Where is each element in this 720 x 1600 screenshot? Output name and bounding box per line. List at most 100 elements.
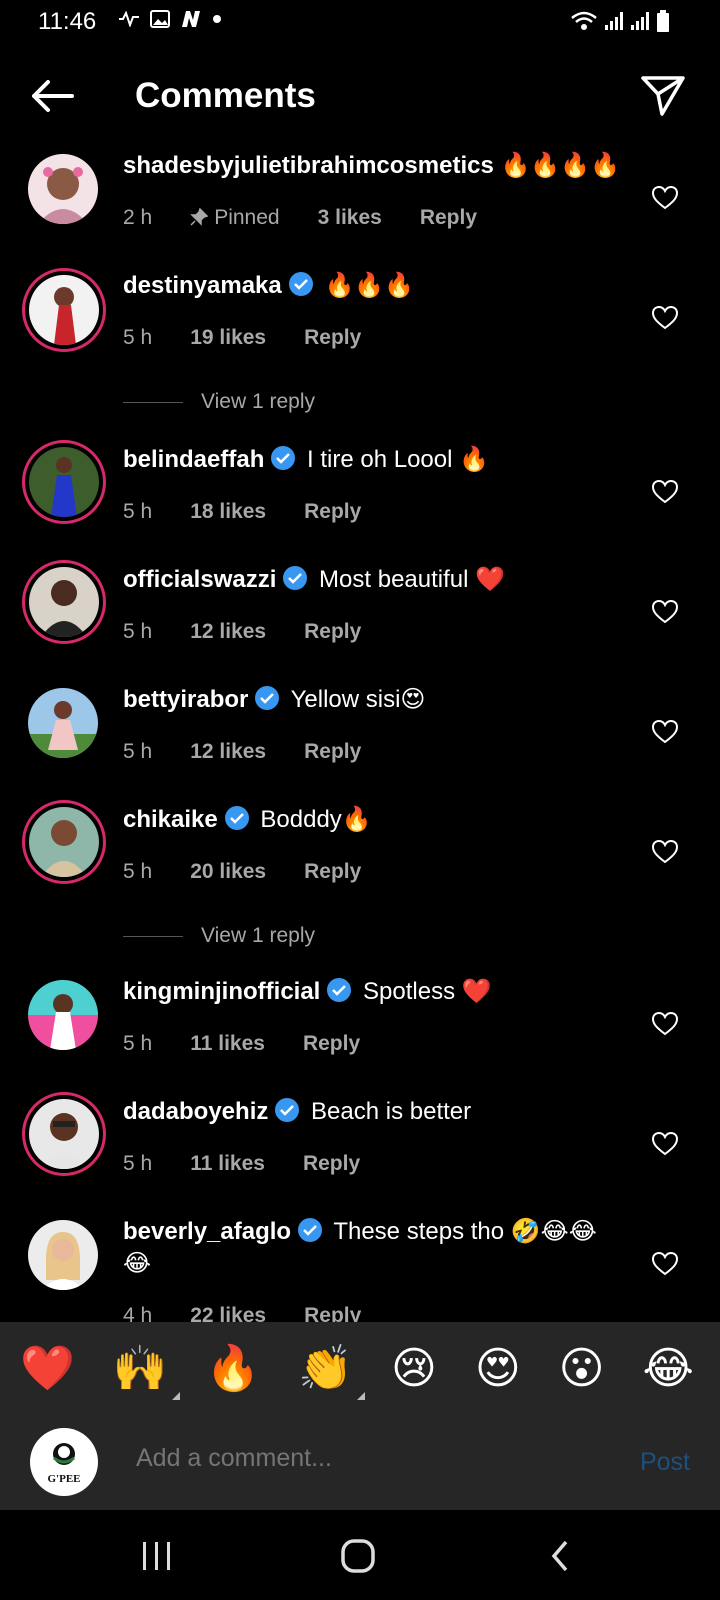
likes-count[interactable]: 11 likes xyxy=(190,1032,265,1056)
view-replies-button[interactable]: View 1 reply xyxy=(123,924,315,948)
username[interactable]: beverly_afaglo xyxy=(123,1218,291,1245)
likes-count[interactable]: 18 likes xyxy=(190,500,266,524)
like-heart-icon[interactable] xyxy=(652,186,678,210)
username[interactable]: chikaike xyxy=(123,806,218,833)
avatar[interactable] xyxy=(22,800,106,884)
like-heart-icon[interactable] xyxy=(652,840,678,864)
like-heart-icon[interactable] xyxy=(652,1252,678,1276)
likes-count[interactable]: 12 likes xyxy=(190,620,266,644)
reply-button[interactable]: Reply xyxy=(303,1152,360,1176)
comment-body: shadesbyjulietibrahimcosmetics 🔥🔥🔥🔥 xyxy=(123,150,623,182)
username[interactable]: dadaboyehiz xyxy=(123,1098,268,1125)
verified-badge-icon xyxy=(224,806,249,830)
comment-time: 5 h xyxy=(123,326,153,349)
avatar[interactable] xyxy=(22,1092,106,1176)
likes-count[interactable]: 12 likes xyxy=(190,740,266,764)
emoji-heart-eyes-button[interactable]: 😍 xyxy=(475,1343,521,1394)
comment-meta: 5 h 11 likes Reply xyxy=(123,1032,398,1056)
verified-badge-icon xyxy=(298,1218,323,1242)
comment-body: officialswazzi Most beautiful ❤️ xyxy=(123,564,623,596)
comment-text: Yellow sisi😍 xyxy=(290,686,426,713)
page-title: Comments xyxy=(135,76,316,115)
like-heart-icon[interactable] xyxy=(652,1132,678,1156)
pinned-label: Pinned xyxy=(190,206,280,230)
comment-text: Most beautiful ❤️ xyxy=(319,566,506,593)
nav-back-button[interactable] xyxy=(548,1538,588,1574)
arrow-left-icon xyxy=(32,80,74,112)
username[interactable]: shadesbyjulietibrahimcosmetics xyxy=(123,152,494,179)
status-right-icons xyxy=(570,10,670,32)
avatar[interactable] xyxy=(28,688,98,758)
reply-button[interactable]: Reply xyxy=(420,206,477,230)
comment-text: 🔥🔥🔥🔥 xyxy=(500,152,621,179)
reply-button[interactable]: Reply xyxy=(304,326,361,350)
emoji-clap-button[interactable]: 👏 xyxy=(298,1342,366,1400)
likes-count[interactable]: 20 likes xyxy=(190,860,266,884)
avatar[interactable] xyxy=(22,560,106,644)
status-left-icons xyxy=(118,10,222,28)
back-button[interactable] xyxy=(28,76,76,116)
reply-button[interactable]: Reply xyxy=(304,500,361,524)
view-replies-button[interactable]: View 1 reply xyxy=(123,390,315,414)
emoji-laughing-button[interactable]: 😂 xyxy=(642,1343,693,1394)
avatar-image: G'PEE xyxy=(47,1443,81,1485)
avatar-logo-text: G'PEE xyxy=(47,1473,80,1485)
comment-time: 5 h xyxy=(123,740,153,763)
post-button[interactable]: Post xyxy=(640,1448,690,1477)
comment-text: I tire oh Loool 🔥 xyxy=(307,446,490,473)
comment-meta: 5 h 12 likes Reply xyxy=(123,740,399,764)
comment-time: 5 h xyxy=(123,1152,153,1175)
avatar[interactable] xyxy=(22,440,106,524)
reply-button[interactable]: Reply xyxy=(303,1032,360,1056)
comment-time: 5 h xyxy=(123,500,153,523)
like-heart-icon[interactable] xyxy=(652,306,678,330)
like-heart-icon[interactable] xyxy=(652,1012,678,1036)
username[interactable]: bettyirabor xyxy=(123,686,248,713)
comment-input[interactable] xyxy=(136,1444,566,1473)
username[interactable]: kingminjinofficial xyxy=(123,978,320,1005)
verified-badge-icon xyxy=(255,686,280,710)
likes-count[interactable]: 3 likes xyxy=(318,206,382,230)
username[interactable]: destinyamaka xyxy=(123,272,282,299)
username[interactable]: belindaeffah xyxy=(123,446,264,473)
like-heart-icon[interactable] xyxy=(652,720,678,744)
avatar[interactable] xyxy=(28,154,98,224)
likes-count[interactable]: 11 likes xyxy=(190,1152,265,1176)
reply-button[interactable]: Reply xyxy=(304,620,361,644)
system-nav-bar xyxy=(0,1510,720,1600)
avatar-image xyxy=(28,688,98,758)
avatar[interactable] xyxy=(28,980,98,1050)
comment-body: bettyirabor Yellow sisi😍 xyxy=(123,684,623,716)
reply-button[interactable]: Reply xyxy=(304,860,361,884)
comments-list[interactable]: shadesbyjulietibrahimcosmetics 🔥🔥🔥🔥 2 h … xyxy=(0,140,720,1322)
reply-button[interactable]: Reply xyxy=(304,740,361,764)
comment-body: belindaeffah I tire oh Loool 🔥 xyxy=(123,444,623,476)
paper-plane-icon xyxy=(641,76,685,116)
my-avatar[interactable]: G'PEE xyxy=(30,1428,98,1496)
emoji-raised-hands-button[interactable]: 🙌 xyxy=(113,1342,180,1400)
signal-icon xyxy=(631,12,649,30)
comment-body: chikaike Bodddy🔥 xyxy=(123,804,623,836)
likes-count[interactable]: 19 likes xyxy=(190,326,266,350)
home-button[interactable] xyxy=(340,1538,380,1574)
recents-icon xyxy=(143,1542,170,1570)
image-icon xyxy=(150,10,170,28)
emoji-crying-button[interactable]: 😢 xyxy=(391,1343,437,1394)
avatar-image xyxy=(29,275,99,345)
comment-body: dadaboyehiz Beach is better xyxy=(123,1096,623,1128)
reply-button[interactable]: Reply xyxy=(304,1304,361,1322)
recents-button[interactable] xyxy=(140,1538,180,1574)
emoji-fire-button[interactable]: 🔥 xyxy=(206,1342,261,1394)
username[interactable]: officialswazzi xyxy=(123,566,276,593)
like-heart-icon[interactable] xyxy=(652,600,678,624)
avatar[interactable] xyxy=(28,1220,98,1290)
emoji-surprised-button[interactable]: 😮 xyxy=(559,1343,605,1394)
share-button[interactable] xyxy=(640,74,686,118)
avatar[interactable] xyxy=(22,268,106,352)
avatar-image xyxy=(29,447,99,517)
comment-text: 🔥🔥🔥 xyxy=(324,272,415,299)
emoji-heart-button[interactable]: ❤️ xyxy=(20,1342,75,1394)
likes-count[interactable]: 22 likes xyxy=(190,1304,266,1322)
comment-time: 5 h xyxy=(123,860,153,883)
like-heart-icon[interactable] xyxy=(652,480,678,504)
